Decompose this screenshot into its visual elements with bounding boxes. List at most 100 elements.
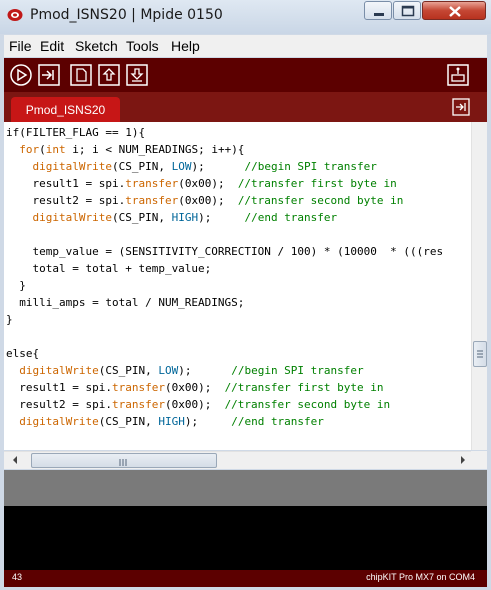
tab-menu-button[interactable] xyxy=(452,98,470,116)
code-token: int xyxy=(45,143,66,156)
code-token: for xyxy=(19,143,40,156)
minimize-icon xyxy=(374,13,384,16)
code-token: LOW xyxy=(171,160,192,173)
code-line: digitalWrite(CS_PIN, LOW); //begin SPI t… xyxy=(6,158,377,175)
code-line: result1 = spi.transfer(0x00); //transfer… xyxy=(6,175,397,192)
code-token: //transfer first byte in xyxy=(224,381,384,394)
mpide-app-icon xyxy=(7,9,23,21)
board-info: chipKIT Pro MX7 on COM4 xyxy=(366,572,475,582)
code-token: (CS_PIN, xyxy=(111,211,172,224)
code-line: result1 = spi.transfer(0x00); //transfer… xyxy=(6,379,384,396)
code-line: } xyxy=(6,277,26,294)
code-line: else{ xyxy=(6,345,39,362)
code-token: (CS_PIN, xyxy=(98,364,159,377)
open-icon xyxy=(98,64,120,86)
code-line: digitalWrite(CS_PIN, HIGH); //end transf… xyxy=(6,413,324,430)
code-token: result2 = spi. xyxy=(6,194,126,207)
code-token: ); xyxy=(191,160,245,173)
code-token: (0x00); xyxy=(164,398,225,411)
code-token: transfer xyxy=(111,398,165,411)
code-token: ); xyxy=(178,364,232,377)
close-button[interactable] xyxy=(422,1,486,20)
console-output xyxy=(4,506,487,570)
maximize-icon xyxy=(401,5,415,17)
maximize-button[interactable] xyxy=(393,1,421,20)
menu-bar: File Edit Sketch Tools Help xyxy=(4,35,487,57)
code-line: total = total + temp_value; xyxy=(6,260,211,277)
code-token: //transfer first byte in xyxy=(237,177,397,190)
window-title: Pmod_ISNS20 | Mpide 0150 xyxy=(30,7,223,23)
open-button[interactable] xyxy=(98,64,120,86)
save-button[interactable] xyxy=(126,64,148,86)
vertical-scroll-thumb[interactable] xyxy=(473,341,487,367)
code-text-area[interactable]: if(FILTER_FLAG == 1){ for(int i; i < NUM… xyxy=(6,124,466,450)
code-token: result2 = spi. xyxy=(6,398,112,411)
code-line: for(int i; i < NUM_READINGS; i++){ xyxy=(6,141,244,158)
menu-help[interactable]: Help xyxy=(171,38,200,54)
horizontal-scroll-thumb[interactable] xyxy=(31,453,217,468)
code-token: temp_value = (SENSITIVITY_CORRECTION / 1… xyxy=(6,245,444,258)
menu-tools[interactable]: Tools xyxy=(126,38,159,54)
code-token: digitalWrite xyxy=(32,160,112,173)
code-token: //end transfer xyxy=(231,415,324,428)
tab-pmod-isns20[interactable]: Pmod_ISNS20 xyxy=(11,97,120,122)
code-token: ( xyxy=(39,143,46,156)
code-line: } xyxy=(6,311,13,328)
code-editor[interactable]: if(FILTER_FLAG == 1){ for(int i; i < NUM… xyxy=(4,122,487,450)
tab-strip: Pmod_ISNS20 xyxy=(4,92,487,122)
close-icon xyxy=(449,6,461,17)
toolbar xyxy=(4,58,487,92)
code-line: temp_value = (SENSITIVITY_CORRECTION / 1… xyxy=(6,243,443,260)
code-token: if(FILTER_FLAG == 1){ xyxy=(6,126,146,139)
title-bar: Pmod_ISNS20 | Mpide 0150 xyxy=(0,0,491,34)
code-token: result1 = spi. xyxy=(6,177,126,190)
code-line: digitalWrite(CS_PIN, HIGH); //end transf… xyxy=(6,209,338,226)
code-token: (CS_PIN, xyxy=(98,415,159,428)
code-line: result2 = spi.transfer(0x00); //transfer… xyxy=(6,396,390,413)
code-token: else{ xyxy=(6,347,40,360)
code-token: transfer xyxy=(125,177,179,190)
new-button[interactable] xyxy=(70,64,92,86)
tab-menu-icon xyxy=(452,98,470,116)
status-bar: 43 chipKIT Pro MX7 on COM4 xyxy=(4,570,487,587)
scroll-left-icon xyxy=(13,456,17,464)
menu-file[interactable]: File xyxy=(9,38,32,54)
save-icon xyxy=(126,64,148,86)
code-line: if(FILTER_FLAG == 1){ xyxy=(6,124,145,141)
code-token: HIGH xyxy=(171,211,199,224)
menu-edit[interactable]: Edit xyxy=(40,38,64,54)
serial-monitor-button[interactable] xyxy=(447,64,469,86)
code-token: digitalWrite xyxy=(19,415,99,428)
verify-button[interactable] xyxy=(10,64,32,86)
code-token: (0x00); xyxy=(178,194,238,207)
code-token: transfer xyxy=(125,194,179,207)
scrollbar-corner xyxy=(471,451,487,469)
upload-button[interactable] xyxy=(38,64,60,86)
grip-icon xyxy=(477,350,483,358)
vertical-scrollbar[interactable] xyxy=(471,122,487,450)
line-number: 43 xyxy=(12,572,23,582)
code-token: digitalWrite xyxy=(19,364,99,377)
upload-icon xyxy=(38,64,60,86)
code-token: milli_amps = total / NUM_READINGS; xyxy=(6,296,245,309)
verify-icon xyxy=(10,64,32,86)
code-line: result2 = spi.transfer(0x00); //transfer… xyxy=(6,192,403,209)
menu-sketch[interactable]: Sketch xyxy=(75,38,118,54)
code-token: transfer xyxy=(111,381,165,394)
code-line: digitalWrite(CS_PIN, LOW); //begin SPI t… xyxy=(6,362,363,379)
code-token: total = total + temp_value; xyxy=(6,262,212,275)
serial-monitor-icon xyxy=(447,64,469,86)
code-line: milli_amps = total / NUM_READINGS; xyxy=(6,294,244,311)
code-token: digitalWrite xyxy=(32,211,112,224)
code-token: //begin SPI transfer xyxy=(244,160,377,173)
scroll-right-icon xyxy=(461,456,465,464)
minimize-button[interactable] xyxy=(364,1,392,20)
message-area xyxy=(4,470,487,506)
new-icon xyxy=(70,64,92,86)
horizontal-scrollbar[interactable] xyxy=(4,451,471,469)
code-token: } xyxy=(6,313,13,326)
